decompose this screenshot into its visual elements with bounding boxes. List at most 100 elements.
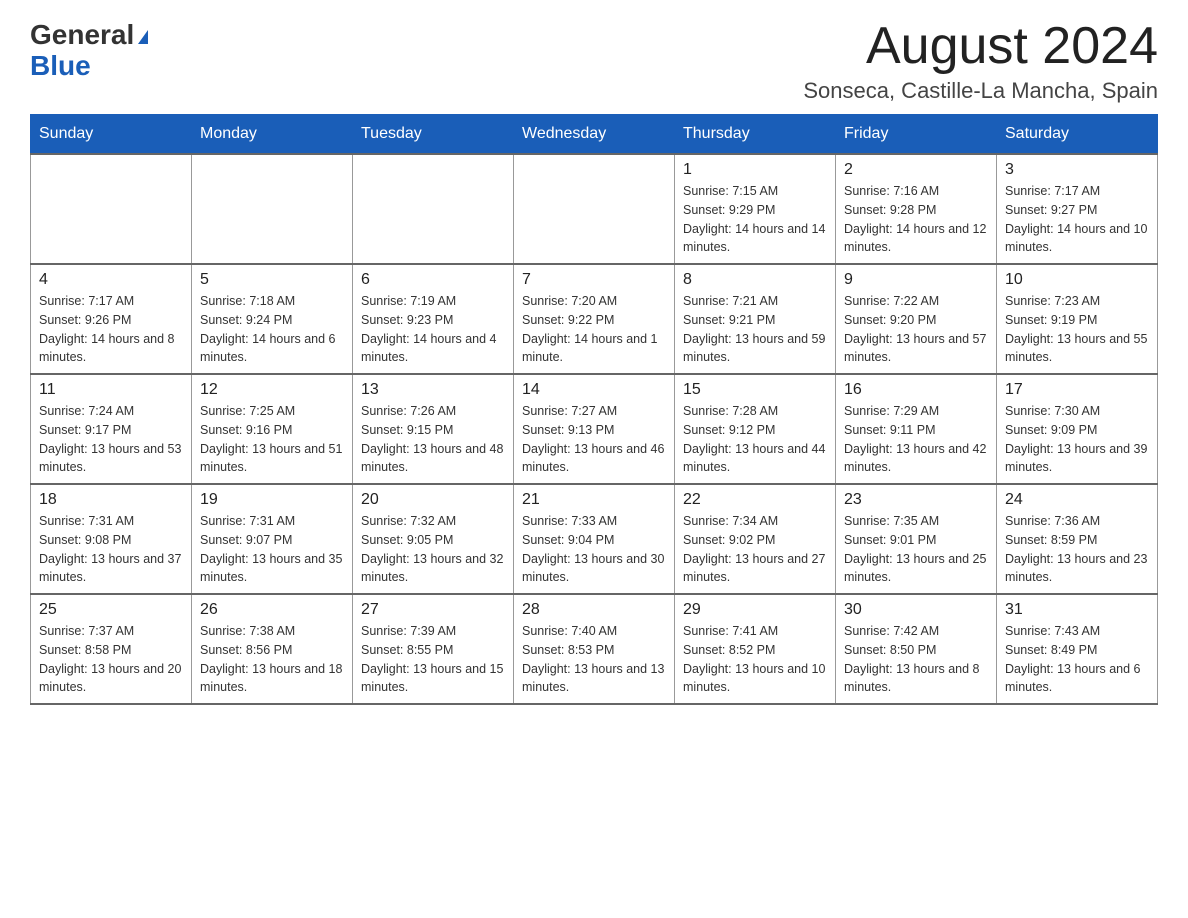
calendar-cell: 8Sunrise: 7:21 AMSunset: 9:21 PMDaylight… [675, 264, 836, 374]
logo-blue-text: Blue [30, 51, 148, 82]
calendar-header-sunday: Sunday [31, 115, 192, 155]
day-number: 14 [522, 381, 666, 399]
day-number: 17 [1005, 381, 1149, 399]
day-number: 20 [361, 491, 505, 509]
calendar-cell: 17 Sunrise: 7:30 AMSunset: 9:09 PMDayligh… [997, 374, 1158, 484]
calendar-week-row: 18 Sunrise: 7:31 AMSunset: 9:08 PMDayligh… [31, 484, 1158, 594]
day-info: Sunrise: 7:40 AMSunset: 8:53 PMDaylight:… [522, 622, 666, 697]
calendar-cell: 18 Sunrise: 7:31 AMSunset: 9:08 PMDayligh… [31, 484, 192, 594]
calendar-cell: 26 Sunrise: 7:38 AMSunset: 8:56 PMDayligh… [192, 594, 353, 704]
day-info: Sunrise: 7:15 AMSunset: 9:29 PMDaylight:… [683, 182, 827, 257]
logo: General Blue [30, 20, 148, 82]
calendar-cell: 7Sunrise: 7:20 AMSunset: 9:22 PMDaylight… [514, 264, 675, 374]
day-number: 21 [522, 491, 666, 509]
day-info: Sunrise: 7:33 AMSunset: 9:04 PMDaylight:… [522, 512, 666, 587]
day-info: Sunrise: 7:16 AMSunset: 9:28 PMDaylight:… [844, 182, 988, 257]
day-info: Sunrise: 7:38 AMSunset: 8:56 PMDaylight:… [200, 622, 344, 697]
calendar-cell: 10 Sunrise: 7:23 AMSunset: 9:19 PMDayligh… [997, 264, 1158, 374]
day-info: Sunrise: 7:24 AMSunset: 9:17 PMDaylight:… [39, 402, 183, 477]
calendar-header-saturday: Saturday [997, 115, 1158, 155]
day-number: 26 [200, 601, 344, 619]
day-number: 30 [844, 601, 988, 619]
day-info: Sunrise: 7:39 AMSunset: 8:55 PMDaylight:… [361, 622, 505, 697]
day-info: Sunrise: 7:31 AMSunset: 9:07 PMDaylight:… [200, 512, 344, 587]
day-number: 5 [200, 271, 344, 289]
calendar-header-monday: Monday [192, 115, 353, 155]
calendar-cell [192, 154, 353, 264]
day-number: 29 [683, 601, 827, 619]
day-info: Sunrise: 7:42 AMSunset: 8:50 PMDaylight:… [844, 622, 988, 697]
day-info: Sunrise: 7:17 AMSunset: 9:27 PMDaylight:… [1005, 182, 1149, 257]
day-info: Sunrise: 7:28 AMSunset: 9:12 PMDaylight:… [683, 402, 827, 477]
day-number: 13 [361, 381, 505, 399]
day-info: Sunrise: 7:43 AMSunset: 8:49 PMDaylight:… [1005, 622, 1149, 697]
calendar-cell: 13 Sunrise: 7:26 AMSunset: 9:15 PMDayligh… [353, 374, 514, 484]
day-number: 16 [844, 381, 988, 399]
day-info: Sunrise: 7:27 AMSunset: 9:13 PMDaylight:… [522, 402, 666, 477]
day-number: 9 [844, 271, 988, 289]
calendar-header-wednesday: Wednesday [514, 115, 675, 155]
calendar-cell: 14 Sunrise: 7:27 AMSunset: 9:13 PMDayligh… [514, 374, 675, 484]
calendar-cell: 20 Sunrise: 7:32 AMSunset: 9:05 PMDayligh… [353, 484, 514, 594]
calendar-cell: 15Sunrise: 7:28 AMSunset: 9:12 PMDayligh… [675, 374, 836, 484]
day-number: 1 [683, 161, 827, 179]
day-info: Sunrise: 7:20 AMSunset: 9:22 PMDaylight:… [522, 292, 666, 367]
day-number: 31 [1005, 601, 1149, 619]
day-info: Sunrise: 7:29 AMSunset: 9:11 PMDaylight:… [844, 402, 988, 477]
calendar-cell: 22Sunrise: 7:34 AMSunset: 9:02 PMDayligh… [675, 484, 836, 594]
day-number: 22 [683, 491, 827, 509]
calendar-cell: 29 Sunrise: 7:41 AMSunset: 8:52 PMDayligh… [675, 594, 836, 704]
day-info: Sunrise: 7:32 AMSunset: 9:05 PMDaylight:… [361, 512, 505, 587]
calendar-cell: 1 Sunrise: 7:15 AMSunset: 9:29 PMDaylight… [675, 154, 836, 264]
calendar-cell: 16 Sunrise: 7:29 AMSunset: 9:11 PMDayligh… [836, 374, 997, 484]
calendar-cell: 4Sunrise: 7:17 AMSunset: 9:26 PMDaylight… [31, 264, 192, 374]
calendar-cell: 28 Sunrise: 7:40 AMSunset: 8:53 PMDayligh… [514, 594, 675, 704]
day-number: 24 [1005, 491, 1149, 509]
day-info: Sunrise: 7:35 AMSunset: 9:01 PMDaylight:… [844, 512, 988, 587]
day-number: 10 [1005, 271, 1149, 289]
day-number: 28 [522, 601, 666, 619]
day-number: 2 [844, 161, 988, 179]
day-info: Sunrise: 7:19 AMSunset: 9:23 PMDaylight:… [361, 292, 505, 367]
day-number: 8 [683, 271, 827, 289]
calendar-week-row: 25Sunrise: 7:37 AMSunset: 8:58 PMDayligh… [31, 594, 1158, 704]
day-info: Sunrise: 7:31 AMSunset: 9:08 PMDaylight:… [39, 512, 183, 587]
calendar-week-row: 4Sunrise: 7:17 AMSunset: 9:26 PMDaylight… [31, 264, 1158, 374]
day-number: 23 [844, 491, 988, 509]
day-info: Sunrise: 7:22 AMSunset: 9:20 PMDaylight:… [844, 292, 988, 367]
calendar-cell: 2 Sunrise: 7:16 AMSunset: 9:28 PMDaylight… [836, 154, 997, 264]
day-number: 12 [200, 381, 344, 399]
day-info: Sunrise: 7:18 AMSunset: 9:24 PMDaylight:… [200, 292, 344, 367]
day-info: Sunrise: 7:23 AMSunset: 9:19 PMDaylight:… [1005, 292, 1149, 367]
day-info: Sunrise: 7:25 AMSunset: 9:16 PMDaylight:… [200, 402, 344, 477]
day-number: 18 [39, 491, 183, 509]
calendar-week-row: 11 Sunrise: 7:24 AMSunset: 9:17 PMDayligh… [31, 374, 1158, 484]
calendar-week-row: 1 Sunrise: 7:15 AMSunset: 9:29 PMDaylight… [31, 154, 1158, 264]
calendar-cell: 12 Sunrise: 7:25 AMSunset: 9:16 PMDayligh… [192, 374, 353, 484]
day-info: Sunrise: 7:26 AMSunset: 9:15 PMDaylight:… [361, 402, 505, 477]
logo-triangle-icon [138, 30, 148, 44]
calendar-cell: 27Sunrise: 7:39 AMSunset: 8:55 PMDayligh… [353, 594, 514, 704]
calendar-header-thursday: Thursday [675, 115, 836, 155]
calendar-cell [31, 154, 192, 264]
location: Sonseca, Castille-La Mancha, Spain [803, 78, 1158, 104]
calendar-cell: 24Sunrise: 7:36 AMSunset: 8:59 PMDayligh… [997, 484, 1158, 594]
calendar-cell: 25Sunrise: 7:37 AMSunset: 8:58 PMDayligh… [31, 594, 192, 704]
calendar-cell [514, 154, 675, 264]
calendar-header-tuesday: Tuesday [353, 115, 514, 155]
month-title: August 2024 [803, 20, 1158, 72]
day-info: Sunrise: 7:37 AMSunset: 8:58 PMDaylight:… [39, 622, 183, 697]
day-number: 11 [39, 381, 183, 399]
title-area: August 2024 Sonseca, Castille-La Mancha,… [803, 20, 1158, 104]
day-info: Sunrise: 7:30 AMSunset: 9:09 PMDaylight:… [1005, 402, 1149, 477]
day-number: 6 [361, 271, 505, 289]
day-info: Sunrise: 7:41 AMSunset: 8:52 PMDaylight:… [683, 622, 827, 697]
calendar-header-row: SundayMondayTuesdayWednesdayThursdayFrid… [31, 115, 1158, 155]
calendar-cell: 9 Sunrise: 7:22 AMSunset: 9:20 PMDaylight… [836, 264, 997, 374]
calendar-table: SundayMondayTuesdayWednesdayThursdayFrid… [30, 114, 1158, 705]
calendar-cell: 31 Sunrise: 7:43 AMSunset: 8:49 PMDayligh… [997, 594, 1158, 704]
calendar-cell: 11 Sunrise: 7:24 AMSunset: 9:17 PMDayligh… [31, 374, 192, 484]
day-number: 4 [39, 271, 183, 289]
calendar-cell: 21 Sunrise: 7:33 AMSunset: 9:04 PMDayligh… [514, 484, 675, 594]
calendar-cell: 23 Sunrise: 7:35 AMSunset: 9:01 PMDayligh… [836, 484, 997, 594]
